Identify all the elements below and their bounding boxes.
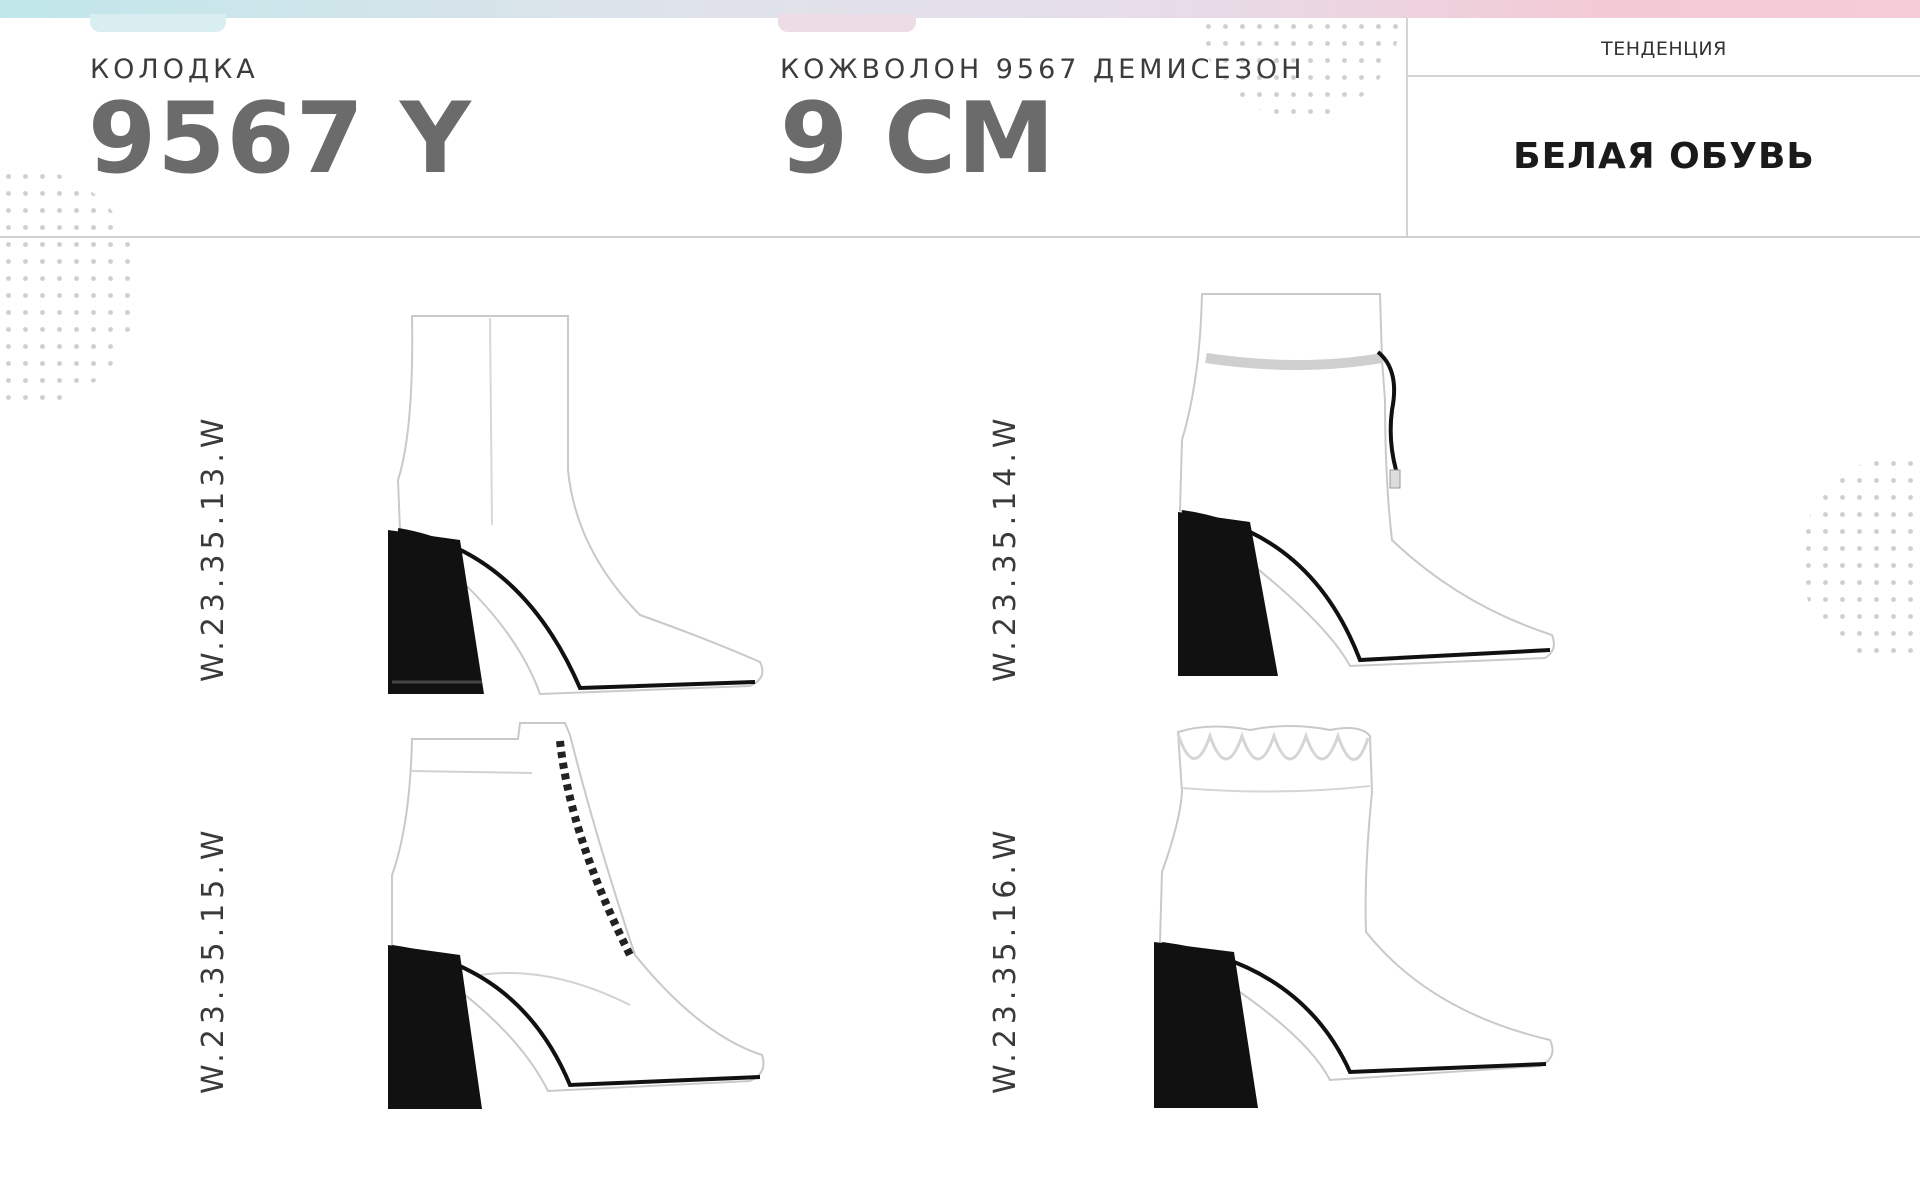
top-gradient-strip (0, 0, 1920, 18)
heel-height-value: 9 СМ (780, 82, 1056, 196)
product-code-4: W.23.35.16.W (988, 825, 1023, 1094)
dot-pattern-right (1800, 455, 1920, 665)
trend-divider (1408, 75, 1920, 77)
material-label: КОЖВОЛОН 9567 ДЕМИСЕЗОН (780, 54, 1306, 85)
last-value: 9567 Y (88, 82, 472, 196)
boot-image-1 (388, 315, 764, 696)
trend-value: БЕЛАЯ ОБУВЬ (1513, 136, 1815, 177)
boot-image-3 (388, 722, 765, 1109)
boot-image-2 (1178, 293, 1555, 676)
product-code-1: W.23.35.13.W (196, 413, 231, 682)
product-code-3: W.23.35.15.W (196, 825, 231, 1094)
boot-image-4 (1154, 725, 1554, 1108)
product-code-2: W.23.35.14.W (988, 413, 1023, 682)
trend-label: ТЕНДЕНЦИЯ (1601, 38, 1727, 60)
last-label: КОЛОДКА (90, 54, 259, 85)
